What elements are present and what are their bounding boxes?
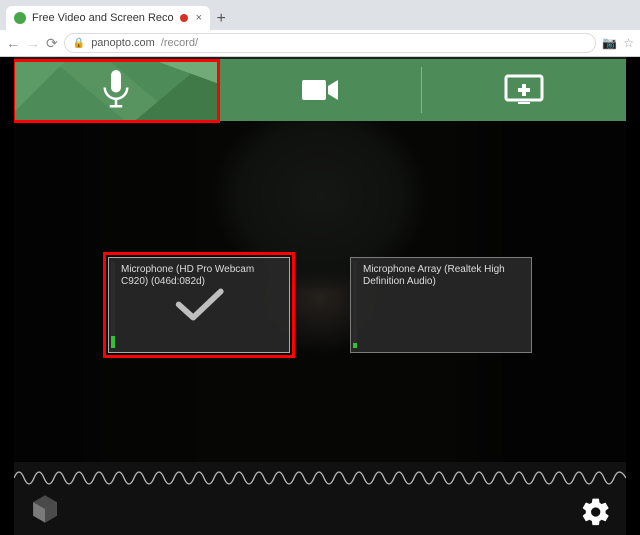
mic-option-2[interactable]: Microphone Array (Realtek High Definitio… [350,257,532,353]
mic-option-1[interactable]: Microphone (HD Pro Webcam C920) (046d:08… [108,257,290,353]
page-body: Microphone (HD Pro Webcam C920) (046d:08… [0,57,640,535]
source-bar [14,59,626,121]
favicon [14,12,26,24]
browser-tabstrip: Free Video and Screen Reco × + [0,0,640,30]
mic-option-label: Microphone Array (Realtek High Definitio… [363,264,523,288]
gear-icon [580,496,612,528]
url-host: panopto.com [91,37,155,49]
recorder-stage: Microphone (HD Pro Webcam C920) (046d:08… [14,57,626,535]
new-tab-button[interactable]: + [210,8,232,30]
bottom-bar [14,462,626,535]
settings-button[interactable] [580,496,612,528]
source-video-button[interactable] [218,59,422,121]
mic-options: Microphone (HD Pro Webcam C920) (046d:08… [14,257,626,353]
tab-close-icon[interactable]: × [196,12,202,24]
screen-icon [504,74,544,106]
back-button[interactable]: ← [6,35,20,51]
forward-button[interactable]: → [26,35,40,51]
mic-level-meter [353,262,357,348]
browser-tab-active[interactable]: Free Video and Screen Reco × [6,6,210,30]
browser-toolbar: ← → ⟳ 🔒 panopto.com/record/ 📷 ☆ [0,30,640,57]
mic-icon [100,70,132,110]
mic-level-meter [111,262,115,348]
tab-title: Free Video and Screen Reco [32,12,174,24]
url-path: /record/ [161,37,198,49]
recording-indicator-icon [180,14,188,22]
check-icon [170,282,228,331]
bookmark-star-icon[interactable]: ☆ [623,36,634,50]
address-bar[interactable]: 🔒 panopto.com/record/ [64,33,597,53]
panopto-logo-icon[interactable] [28,492,62,526]
waveform [14,462,626,494]
reload-button[interactable]: ⟳ [46,35,58,52]
source-audio-button[interactable] [14,59,218,121]
permissions-camera-icon[interactable]: 📷 [602,36,617,50]
camera-icon [300,76,340,104]
lock-icon: 🔒 [73,38,85,49]
source-screen-button[interactable] [422,59,626,121]
